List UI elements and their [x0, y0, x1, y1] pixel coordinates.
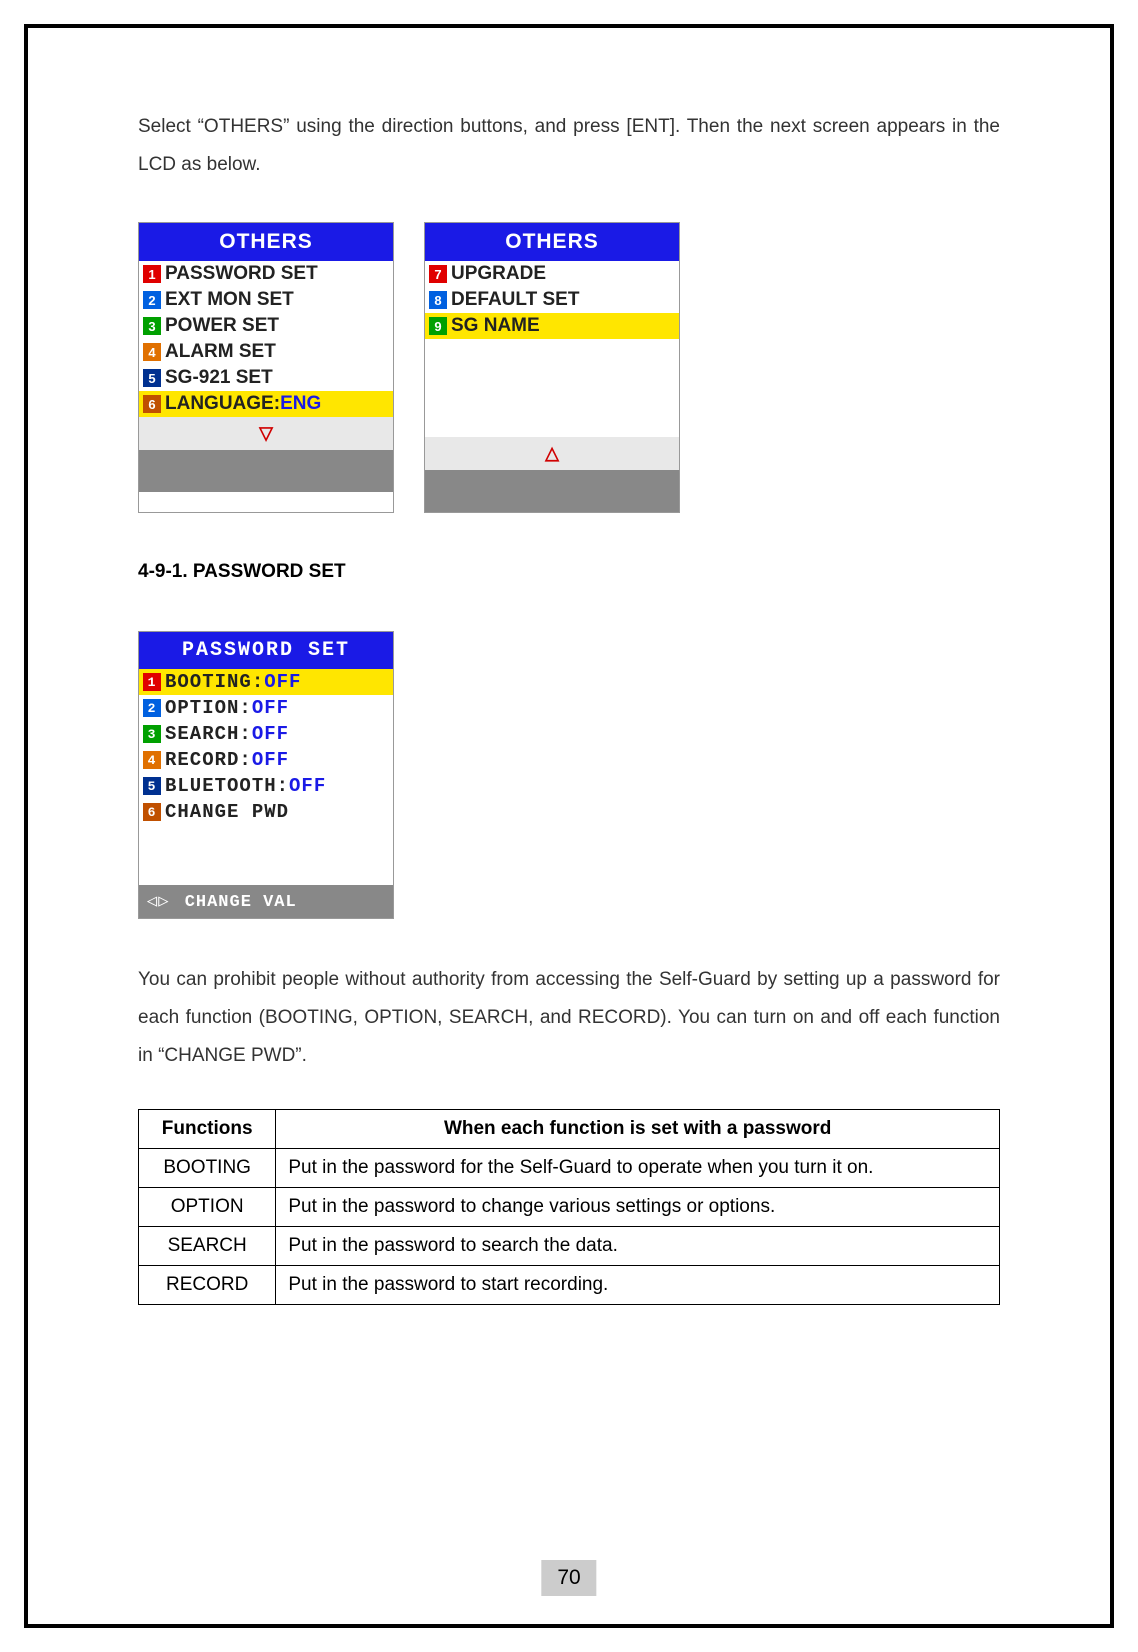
lcd2-item-3: 9 SG NAME — [425, 313, 679, 339]
section-title: 4-9-1. PASSWORD SET — [138, 561, 1000, 583]
lcd2-footer — [425, 470, 679, 512]
table-row: SEARCH Put in the password to search the… — [139, 1227, 1000, 1266]
lcd3-item-1-label: BOOTING: — [165, 671, 264, 693]
lcd3-item-4-label: RECORD: — [165, 749, 252, 771]
lcd1-item-3-label: POWER SET — [165, 315, 279, 337]
lcd3-item-5: 5 BLUETOOTH: OFF — [139, 773, 393, 799]
lcd3-item-6: 6 CHANGE PWD — [139, 799, 393, 825]
lcd2-item-3-label: SG NAME — [451, 315, 540, 337]
lcd1-item-1-label: PASSWORD SET — [165, 263, 318, 285]
table-cell-func: OPTION — [139, 1188, 276, 1227]
lcd2-spacer — [425, 339, 679, 437]
lcd3-item-3-label: SEARCH: — [165, 723, 252, 745]
lcd1-item-3: 3 POWER SET — [139, 313, 393, 339]
table-cell-func: RECORD — [139, 1266, 276, 1305]
left-right-arrow-icon: ◁▷ — [147, 891, 169, 912]
lcd1-footer — [139, 450, 393, 492]
lcd1-item-2-num: 2 — [143, 291, 161, 309]
table-cell-desc: Put in the password to search the data. — [276, 1227, 1000, 1266]
up-arrow-icon: △ — [545, 443, 559, 463]
lcd2-arrow-area: △ — [425, 437, 679, 470]
lcd3-footer-label: CHANGE VAL — [185, 893, 297, 912]
lcd1-item-4-num: 4 — [143, 343, 161, 361]
table-row: RECORD Put in the password to start reco… — [139, 1266, 1000, 1305]
table-head-desc: When each function is set with a passwor… — [276, 1110, 1000, 1149]
lcd1-item-6-num: 6 — [143, 395, 161, 413]
lcd3-item-1-num: 1 — [143, 673, 161, 691]
table-cell-desc: Put in the password to change various se… — [276, 1188, 1000, 1227]
lcd2-item-1: 7 UPGRADE — [425, 261, 679, 287]
lcd1-item-4: 4 ALARM SET — [139, 339, 393, 365]
lcd3-spacer — [139, 825, 393, 885]
lcd3-item-1: 1 BOOTING: OFF — [139, 669, 393, 695]
lcd1-item-3-num: 3 — [143, 317, 161, 335]
lcd3-item-4: 4 RECORD: OFF — [139, 747, 393, 773]
lcd2-item-1-num: 7 — [429, 265, 447, 283]
lcd2-item-3-num: 9 — [429, 317, 447, 335]
lcd3-item-5-label: BLUETOOTH: — [165, 775, 289, 797]
intro-paragraph: Select “OTHERS” using the direction butt… — [138, 108, 1000, 184]
lcd1-item-6-val: ENG — [280, 393, 321, 415]
lcd1-arrow-area: ▽ — [139, 417, 393, 450]
down-arrow-icon: ▽ — [259, 423, 273, 443]
lcd2-title: OTHERS — [425, 223, 679, 261]
lcd1-item-2-label: EXT MON SET — [165, 289, 294, 311]
lcd3-item-3: 3 SEARCH: OFF — [139, 721, 393, 747]
lcd3-item-6-label: CHANGE PWD — [165, 801, 289, 823]
lcd2-item-2-label: DEFAULT SET — [451, 289, 579, 311]
table-cell-desc: Put in the password for the Self-Guard t… — [276, 1149, 1000, 1188]
lcd3-item-5-val: OFF — [289, 775, 326, 797]
lcd3-item-4-num: 4 — [143, 751, 161, 769]
lcd3-item-4-val: OFF — [252, 749, 289, 771]
table-head-functions: Functions — [139, 1110, 276, 1149]
lcd3-item-2-val: OFF — [252, 697, 289, 719]
lcd-others-1: OTHERS 1 PASSWORD SET 2 EXT MON SET 3 PO… — [138, 222, 394, 513]
lcd3-item-3-num: 3 — [143, 725, 161, 743]
table-row: BOOTING Put in the password for the Self… — [139, 1149, 1000, 1188]
lcd1-item-4-label: ALARM SET — [165, 341, 276, 363]
table-row: OPTION Put in the password to change var… — [139, 1188, 1000, 1227]
lcd-screens-row: OTHERS 1 PASSWORD SET 2 EXT MON SET 3 PO… — [138, 222, 1000, 513]
lcd3-item-2-label: OPTION: — [165, 697, 252, 719]
table-header-row: Functions When each function is set with… — [139, 1110, 1000, 1149]
lcd1-item-6: 6 LANGUAGE: ENG — [139, 391, 393, 417]
lcd3-item-6-num: 6 — [143, 803, 161, 821]
lcd1-item-5: 5 SG-921 SET — [139, 365, 393, 391]
lcd1-item-1: 1 PASSWORD SET — [139, 261, 393, 287]
lcd1-item-1-num: 1 — [143, 265, 161, 283]
table-cell-desc: Put in the password to start recording. — [276, 1266, 1000, 1305]
page-number: 70 — [541, 1560, 596, 1596]
lcd-password-set: PASSWORD SET 1 BOOTING: OFF 2 OPTION: OF… — [138, 631, 394, 919]
functions-table: Functions When each function is set with… — [138, 1109, 1000, 1305]
lcd3-item-2-num: 2 — [143, 699, 161, 717]
lcd1-item-5-label: SG-921 SET — [165, 367, 273, 389]
page-border: Select “OTHERS” using the direction butt… — [24, 24, 1114, 1628]
table-cell-func: BOOTING — [139, 1149, 276, 1188]
lcd3-item-1-val: OFF — [264, 671, 301, 693]
lcd3-item-2: 2 OPTION: OFF — [139, 695, 393, 721]
table-cell-func: SEARCH — [139, 1227, 276, 1266]
lcd3-item-3-val: OFF — [252, 723, 289, 745]
lcd3-item-5-num: 5 — [143, 777, 161, 795]
lcd2-item-1-label: UPGRADE — [451, 263, 546, 285]
lcd-others-2: OTHERS 7 UPGRADE 8 DEFAULT SET 9 SG NAME… — [424, 222, 680, 513]
lcd1-item-6-label: LANGUAGE: — [165, 393, 280, 415]
lcd1-item-5-num: 5 — [143, 369, 161, 387]
description-paragraph: You can prohibit people without authorit… — [138, 961, 1000, 1075]
lcd3-title: PASSWORD SET — [139, 632, 393, 669]
lcd2-item-2-num: 8 — [429, 291, 447, 309]
lcd3-footer: ◁▷ CHANGE VAL — [139, 885, 393, 918]
lcd1-item-2: 2 EXT MON SET — [139, 287, 393, 313]
lcd1-title: OTHERS — [139, 223, 393, 261]
lcd2-item-2: 8 DEFAULT SET — [425, 287, 679, 313]
